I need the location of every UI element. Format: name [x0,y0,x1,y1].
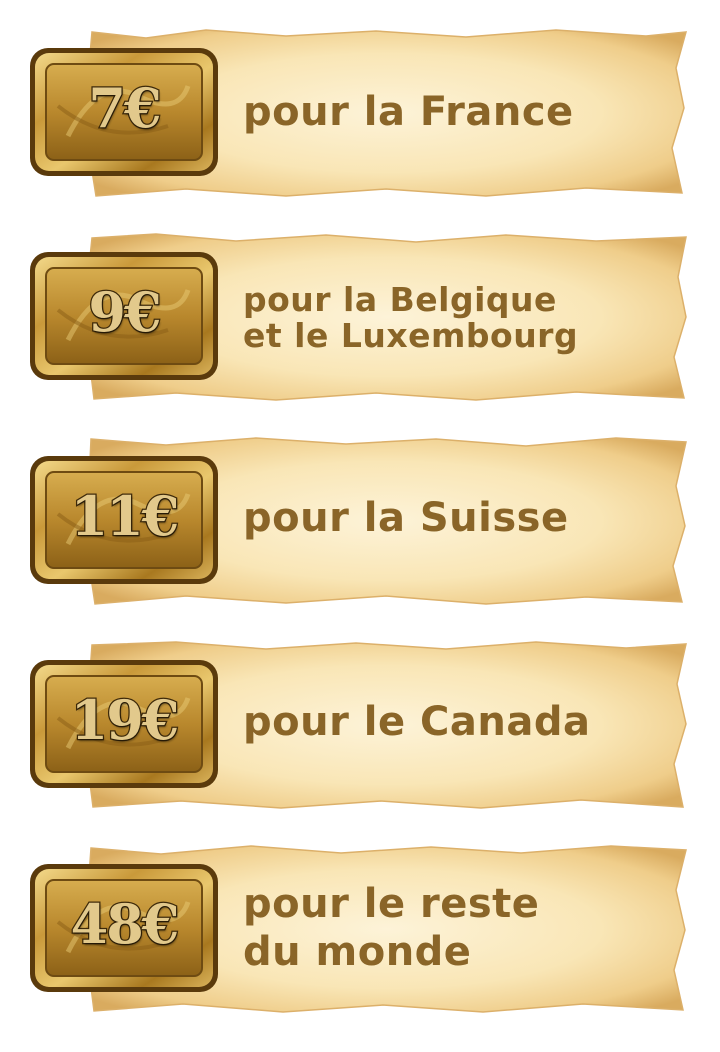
destination-line: du monde [243,929,472,975]
price-label: 7€ [87,75,163,142]
destination-line: pour la France [243,89,574,135]
rate-row-france: 7€ pour la France [0,28,720,228]
price-label: 19€ [69,687,180,754]
price-label: 11€ [69,483,180,550]
rate-row-belgique: 9€ pour la Belgique et le Luxembourg [0,232,720,432]
destination-line: pour le Canada [243,699,591,745]
destination-label: pour la Belgique et le Luxembourg [243,282,680,354]
destination-label: pour la France [243,90,680,134]
rate-row-monde: 48€ pour le reste du monde [0,844,720,1044]
rate-row-suisse: 11€ pour la Suisse [0,436,720,636]
destination-line: pour la Suisse [243,495,569,541]
destination-line: et le Luxembourg [243,316,579,355]
destination-label: pour la Suisse [243,496,680,540]
destination-label: pour le reste du monde [243,880,680,976]
destination-line: pour la Belgique [243,280,557,319]
destination-line: pour le reste [243,881,540,927]
destination-label: pour le Canada [243,700,680,744]
price-label: 9€ [87,279,163,346]
price-label: 48€ [69,891,180,958]
rate-row-canada: 19€ pour le Canada [0,640,720,840]
